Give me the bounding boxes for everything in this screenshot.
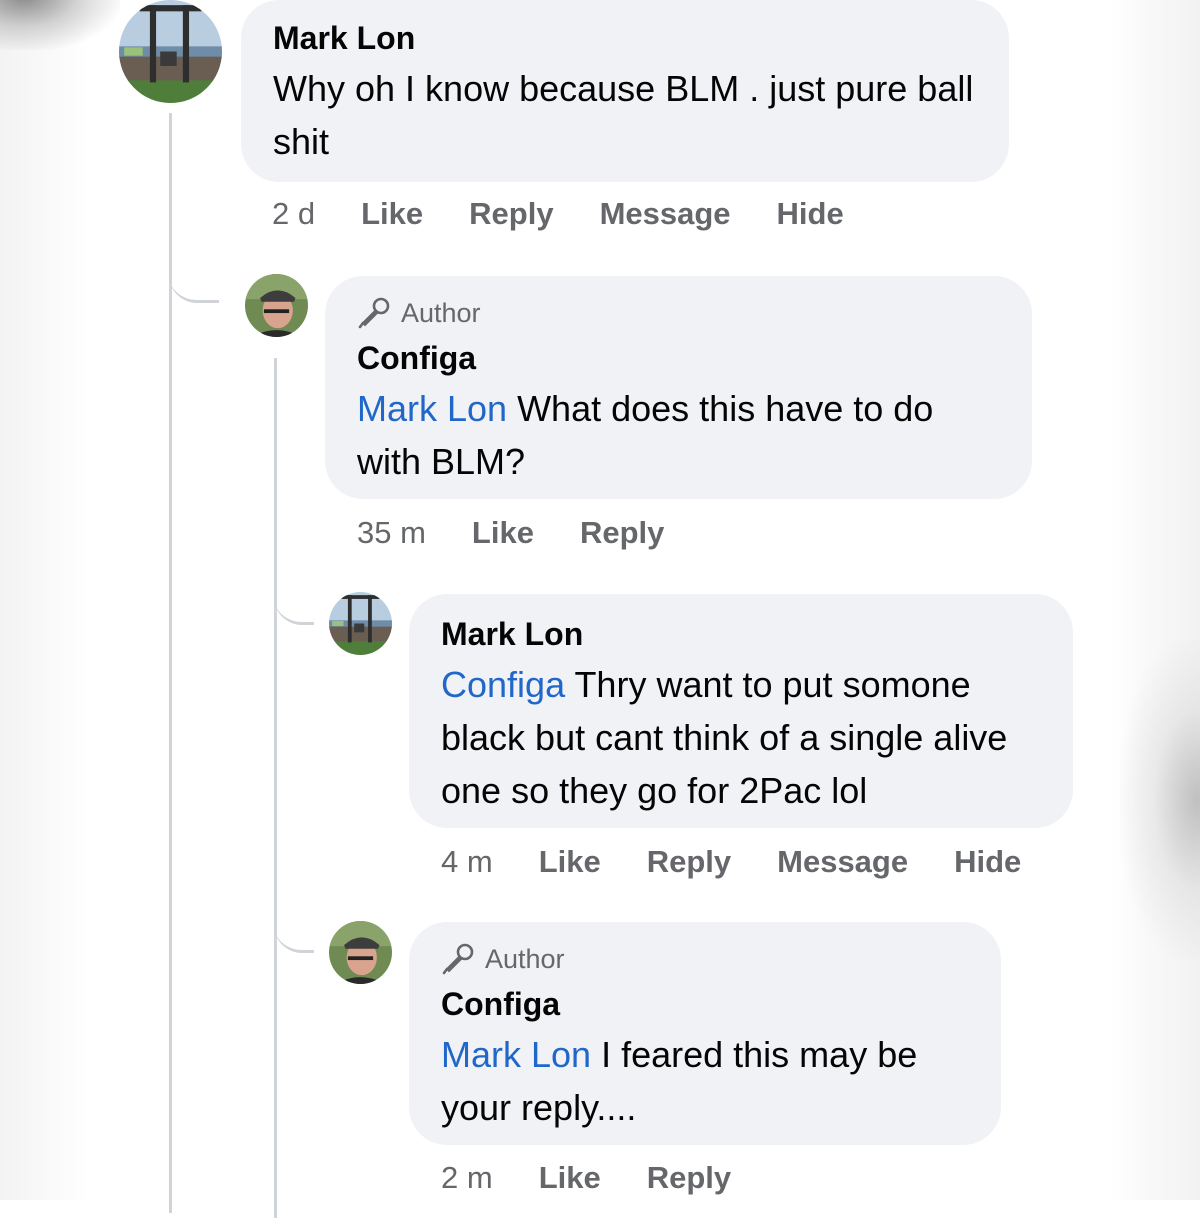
- commenter-name[interactable]: Configa: [441, 984, 969, 1024]
- background-right-edge: [1112, 0, 1200, 1200]
- reply-button[interactable]: Reply: [469, 196, 553, 232]
- comment-actions: 2 m Like Reply: [441, 1160, 731, 1196]
- microphone-icon: [357, 296, 391, 330]
- comment-bubble: Author Configa Mark Lon What does this h…: [325, 276, 1032, 499]
- like-button[interactable]: Like: [539, 1160, 601, 1196]
- comment-timestamp[interactable]: 35 m: [357, 515, 426, 551]
- patio-photo-avatar-icon: [329, 592, 392, 655]
- comment-text: Mark Lon What does this have to do with …: [357, 382, 1000, 488]
- like-button[interactable]: Like: [361, 196, 423, 232]
- comment-text: Why oh I know because BLM . just pure ba…: [273, 68, 974, 162]
- thread-connector-3: [274, 908, 314, 953]
- comment-actions: 35 m Like Reply: [357, 515, 664, 551]
- comment-timestamp[interactable]: 4 m: [441, 844, 493, 880]
- commenter-name[interactable]: Mark Lon: [273, 18, 977, 58]
- man-with-cap-avatar-icon: [245, 274, 308, 337]
- background-corner-shadow: [0, 0, 120, 50]
- comment-timestamp[interactable]: 2 d: [272, 196, 315, 232]
- hide-button[interactable]: Hide: [777, 196, 844, 232]
- author-badge: Author: [441, 942, 969, 976]
- mention-link[interactable]: Mark Lon: [357, 388, 507, 429]
- commenter-name[interactable]: Configa: [357, 338, 1000, 378]
- comment-timestamp[interactable]: 2 m: [441, 1160, 493, 1196]
- avatar[interactable]: [329, 592, 392, 655]
- author-badge: Author: [357, 296, 1000, 330]
- commenter-name[interactable]: Mark Lon: [441, 614, 1041, 654]
- comment-text: Configa Thry want to put somone black bu…: [441, 658, 1041, 817]
- microphone-icon: [441, 942, 475, 976]
- avatar[interactable]: [245, 274, 308, 337]
- background-left-edge: [0, 0, 88, 1200]
- comment-actions: 4 m Like Reply Message Hide: [441, 844, 1021, 880]
- patio-photo-avatar-icon: [119, 0, 222, 103]
- comment-bubble: Mark Lon Configa Thry want to put somone…: [409, 594, 1073, 828]
- background-right-shadow: [1120, 640, 1200, 960]
- comment-bubble: Author Configa Mark Lon I feared this ma…: [409, 922, 1001, 1145]
- reply-button[interactable]: Reply: [580, 515, 664, 551]
- avatar[interactable]: [119, 0, 222, 103]
- reply-button[interactable]: Reply: [647, 844, 731, 880]
- comment-text: Mark Lon I feared this may be your reply…: [441, 1028, 969, 1134]
- like-button[interactable]: Like: [472, 515, 534, 551]
- reply-button[interactable]: Reply: [647, 1160, 731, 1196]
- man-with-cap-avatar-icon: [329, 921, 392, 984]
- hide-button[interactable]: Hide: [954, 844, 1021, 880]
- avatar[interactable]: [329, 921, 392, 984]
- thread-connector-1: [169, 240, 219, 303]
- like-button[interactable]: Like: [539, 844, 601, 880]
- message-button[interactable]: Message: [777, 844, 908, 880]
- author-badge-label: Author: [485, 943, 565, 974]
- mention-link[interactable]: Configa: [441, 664, 565, 705]
- thread-line-nested: [274, 358, 277, 1218]
- comment-actions: 2 d Like Reply Message Hide: [272, 196, 844, 232]
- mention-link[interactable]: Mark Lon: [441, 1034, 591, 1075]
- comment-bubble: Mark Lon Why oh I know because BLM . jus…: [241, 0, 1009, 182]
- thread-connector-2: [274, 580, 314, 625]
- message-button[interactable]: Message: [600, 196, 731, 232]
- author-badge-label: Author: [401, 297, 481, 328]
